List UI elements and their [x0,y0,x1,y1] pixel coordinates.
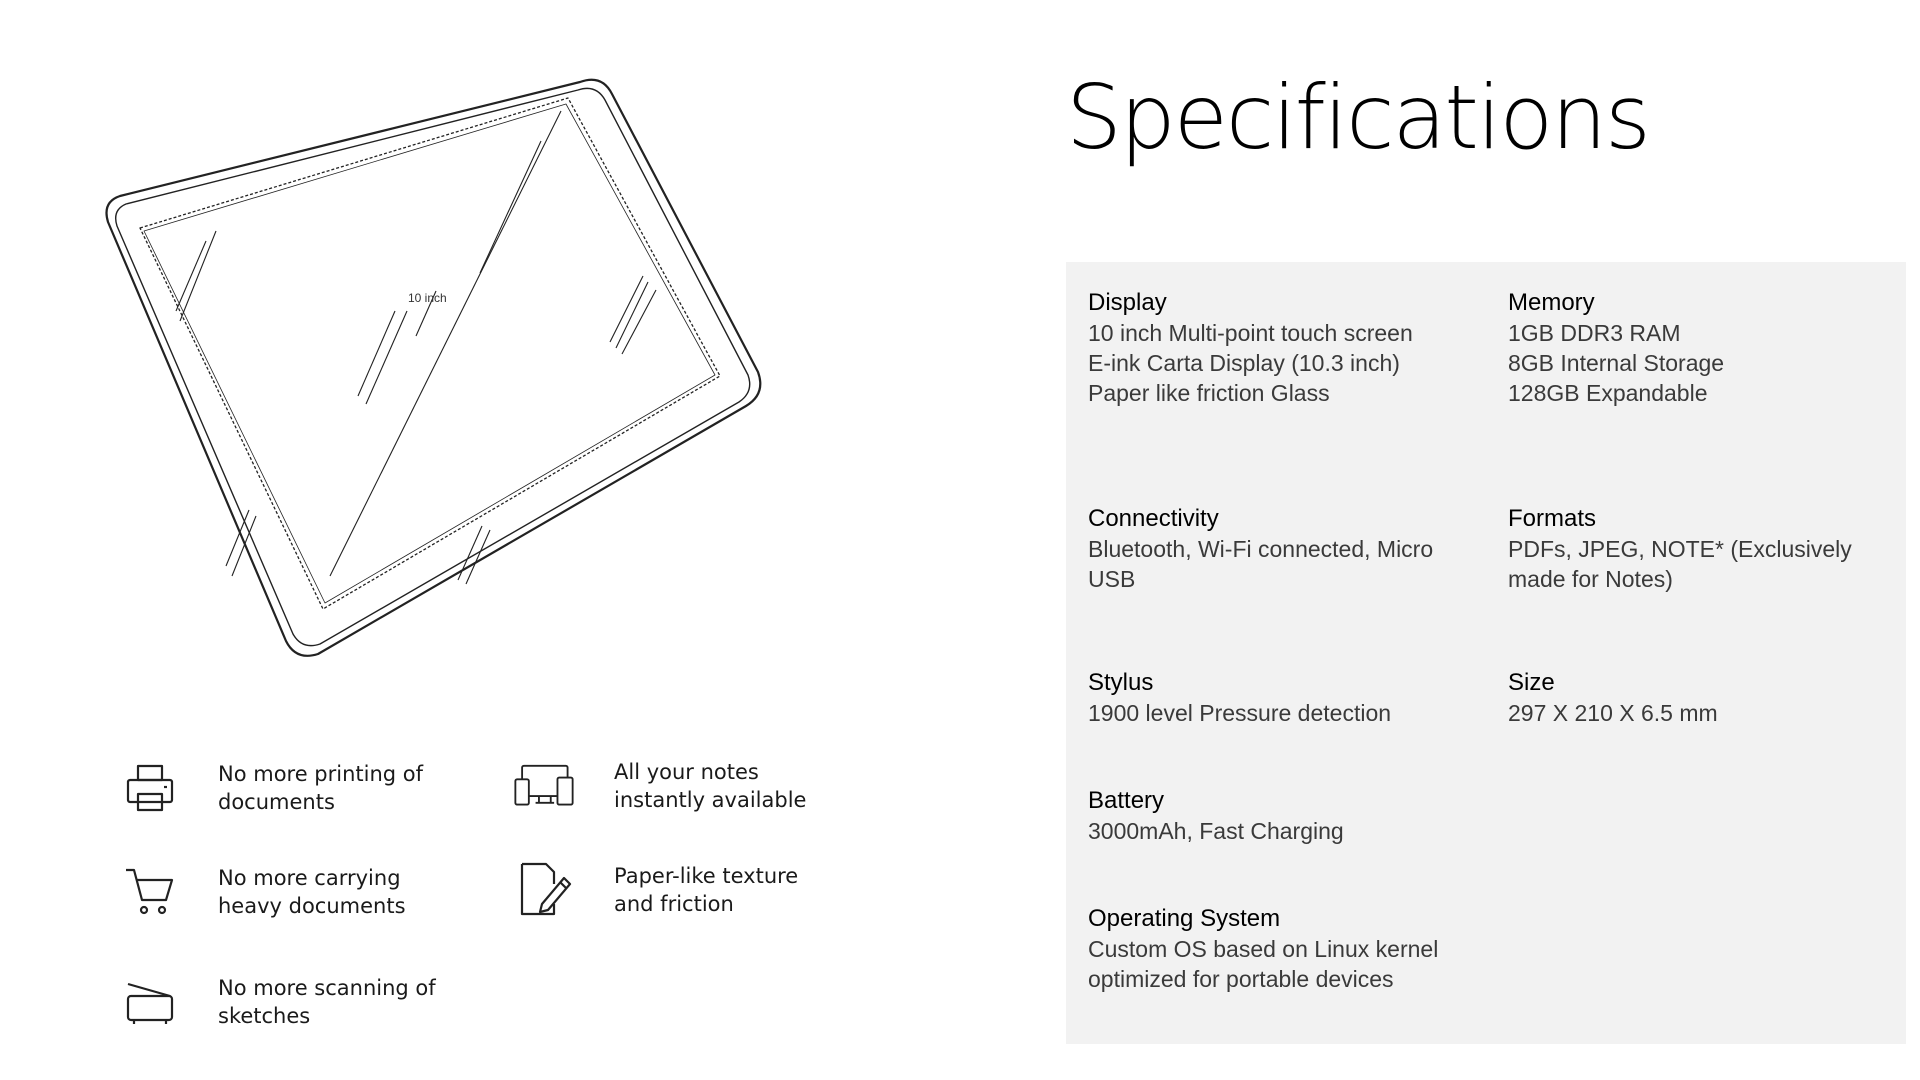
spec-label: Connectivity [1088,505,1219,532]
spec-display: Display 10 inch Multi-point touch screen… [1088,288,1488,408]
feature-notes-available-text: All your notes instantly available [614,760,807,812]
spec-formats: Formats PDFs, JPEG, NOTE* (Exclusively m… [1508,504,1908,594]
pen-document-icon [512,858,576,922]
spec-size: Size 297 X 210 X 6.5 mm [1508,668,1908,728]
spec-operating-system: Operating System Custom OS based on Linu… [1088,904,1488,994]
spec-label: Display [1088,289,1167,316]
tablet-screen [139,97,721,610]
spec-memory: Memory 1GB DDR3 RAM 8GB Internal Storage… [1508,288,1908,408]
spec-value: 1GB DDR3 RAM [1508,320,1681,346]
printer-icon [118,756,182,820]
spec-label: Stylus [1088,669,1154,696]
spec-value: 3000mAh, Fast Charging [1088,818,1344,844]
spec-label: Formats [1508,505,1597,532]
spec-value: optimized for portable devices [1088,966,1394,992]
spec-label: Operating System [1088,905,1281,932]
tablet-inner-edge [114,87,751,647]
specifications-panel: Display 10 inch Multi-point touch screen… [1066,262,1906,1044]
spec-value: 1900 level Pressure detection [1088,700,1392,726]
spec-label: Memory [1508,289,1595,316]
spec-value: E-ink Carta Display (10.3 inch) [1088,350,1400,376]
feature-texture-text: Paper-like texture and friction [614,864,799,916]
spec-value: 8GB Internal Storage [1508,350,1725,376]
spec-value: 297 X 210 X 6.5 mm [1508,700,1718,726]
feature-texture: Paper-like texture and friction [512,858,844,922]
feature-carrying: No more carrying heavy documents [118,860,458,924]
spec-value: Paper like friction Glass [1088,380,1330,406]
feature-carrying-text: No more carrying heavy documents [218,866,406,918]
tablet-illustration: 10 inch [105,78,762,657]
spec-value: USB [1088,566,1136,592]
feature-printing-text: No more printing of documents [218,762,424,814]
feature-scanning-text: No more scanning of sketches [218,976,436,1028]
spec-label: Battery [1088,787,1165,814]
spec-value: 10 inch Multi-point touch screen [1088,320,1413,346]
spec-value: Bluetooth, Wi-Fi connected, Micro [1088,536,1434,562]
spec-value: made for Notes) [1508,566,1673,592]
spec-label: Size [1508,669,1555,696]
spec-battery: Battery 3000mAh, Fast Charging [1088,786,1488,846]
spec-value: 128GB Expandable [1508,380,1708,406]
tablet-size-label: 10 inch [408,291,447,305]
devices-icon [512,754,576,818]
scanner-icon [118,970,182,1034]
feature-printing: No more printing of documents [118,756,458,820]
cart-icon [118,860,182,924]
spec-stylus: Stylus 1900 level Pressure detection [1088,668,1488,728]
spec-value: PDFs, JPEG, NOTE* (Exclusively [1508,536,1852,562]
spec-value: Custom OS based on Linux kernel [1088,936,1439,962]
page-title: Specifications [1066,66,1651,169]
feature-notes-available: All your notes instantly available [512,754,844,818]
spec-connectivity: Connectivity Bluetooth, Wi-Fi connected,… [1088,504,1488,594]
feature-scanning: No more scanning of sketches [118,970,458,1034]
